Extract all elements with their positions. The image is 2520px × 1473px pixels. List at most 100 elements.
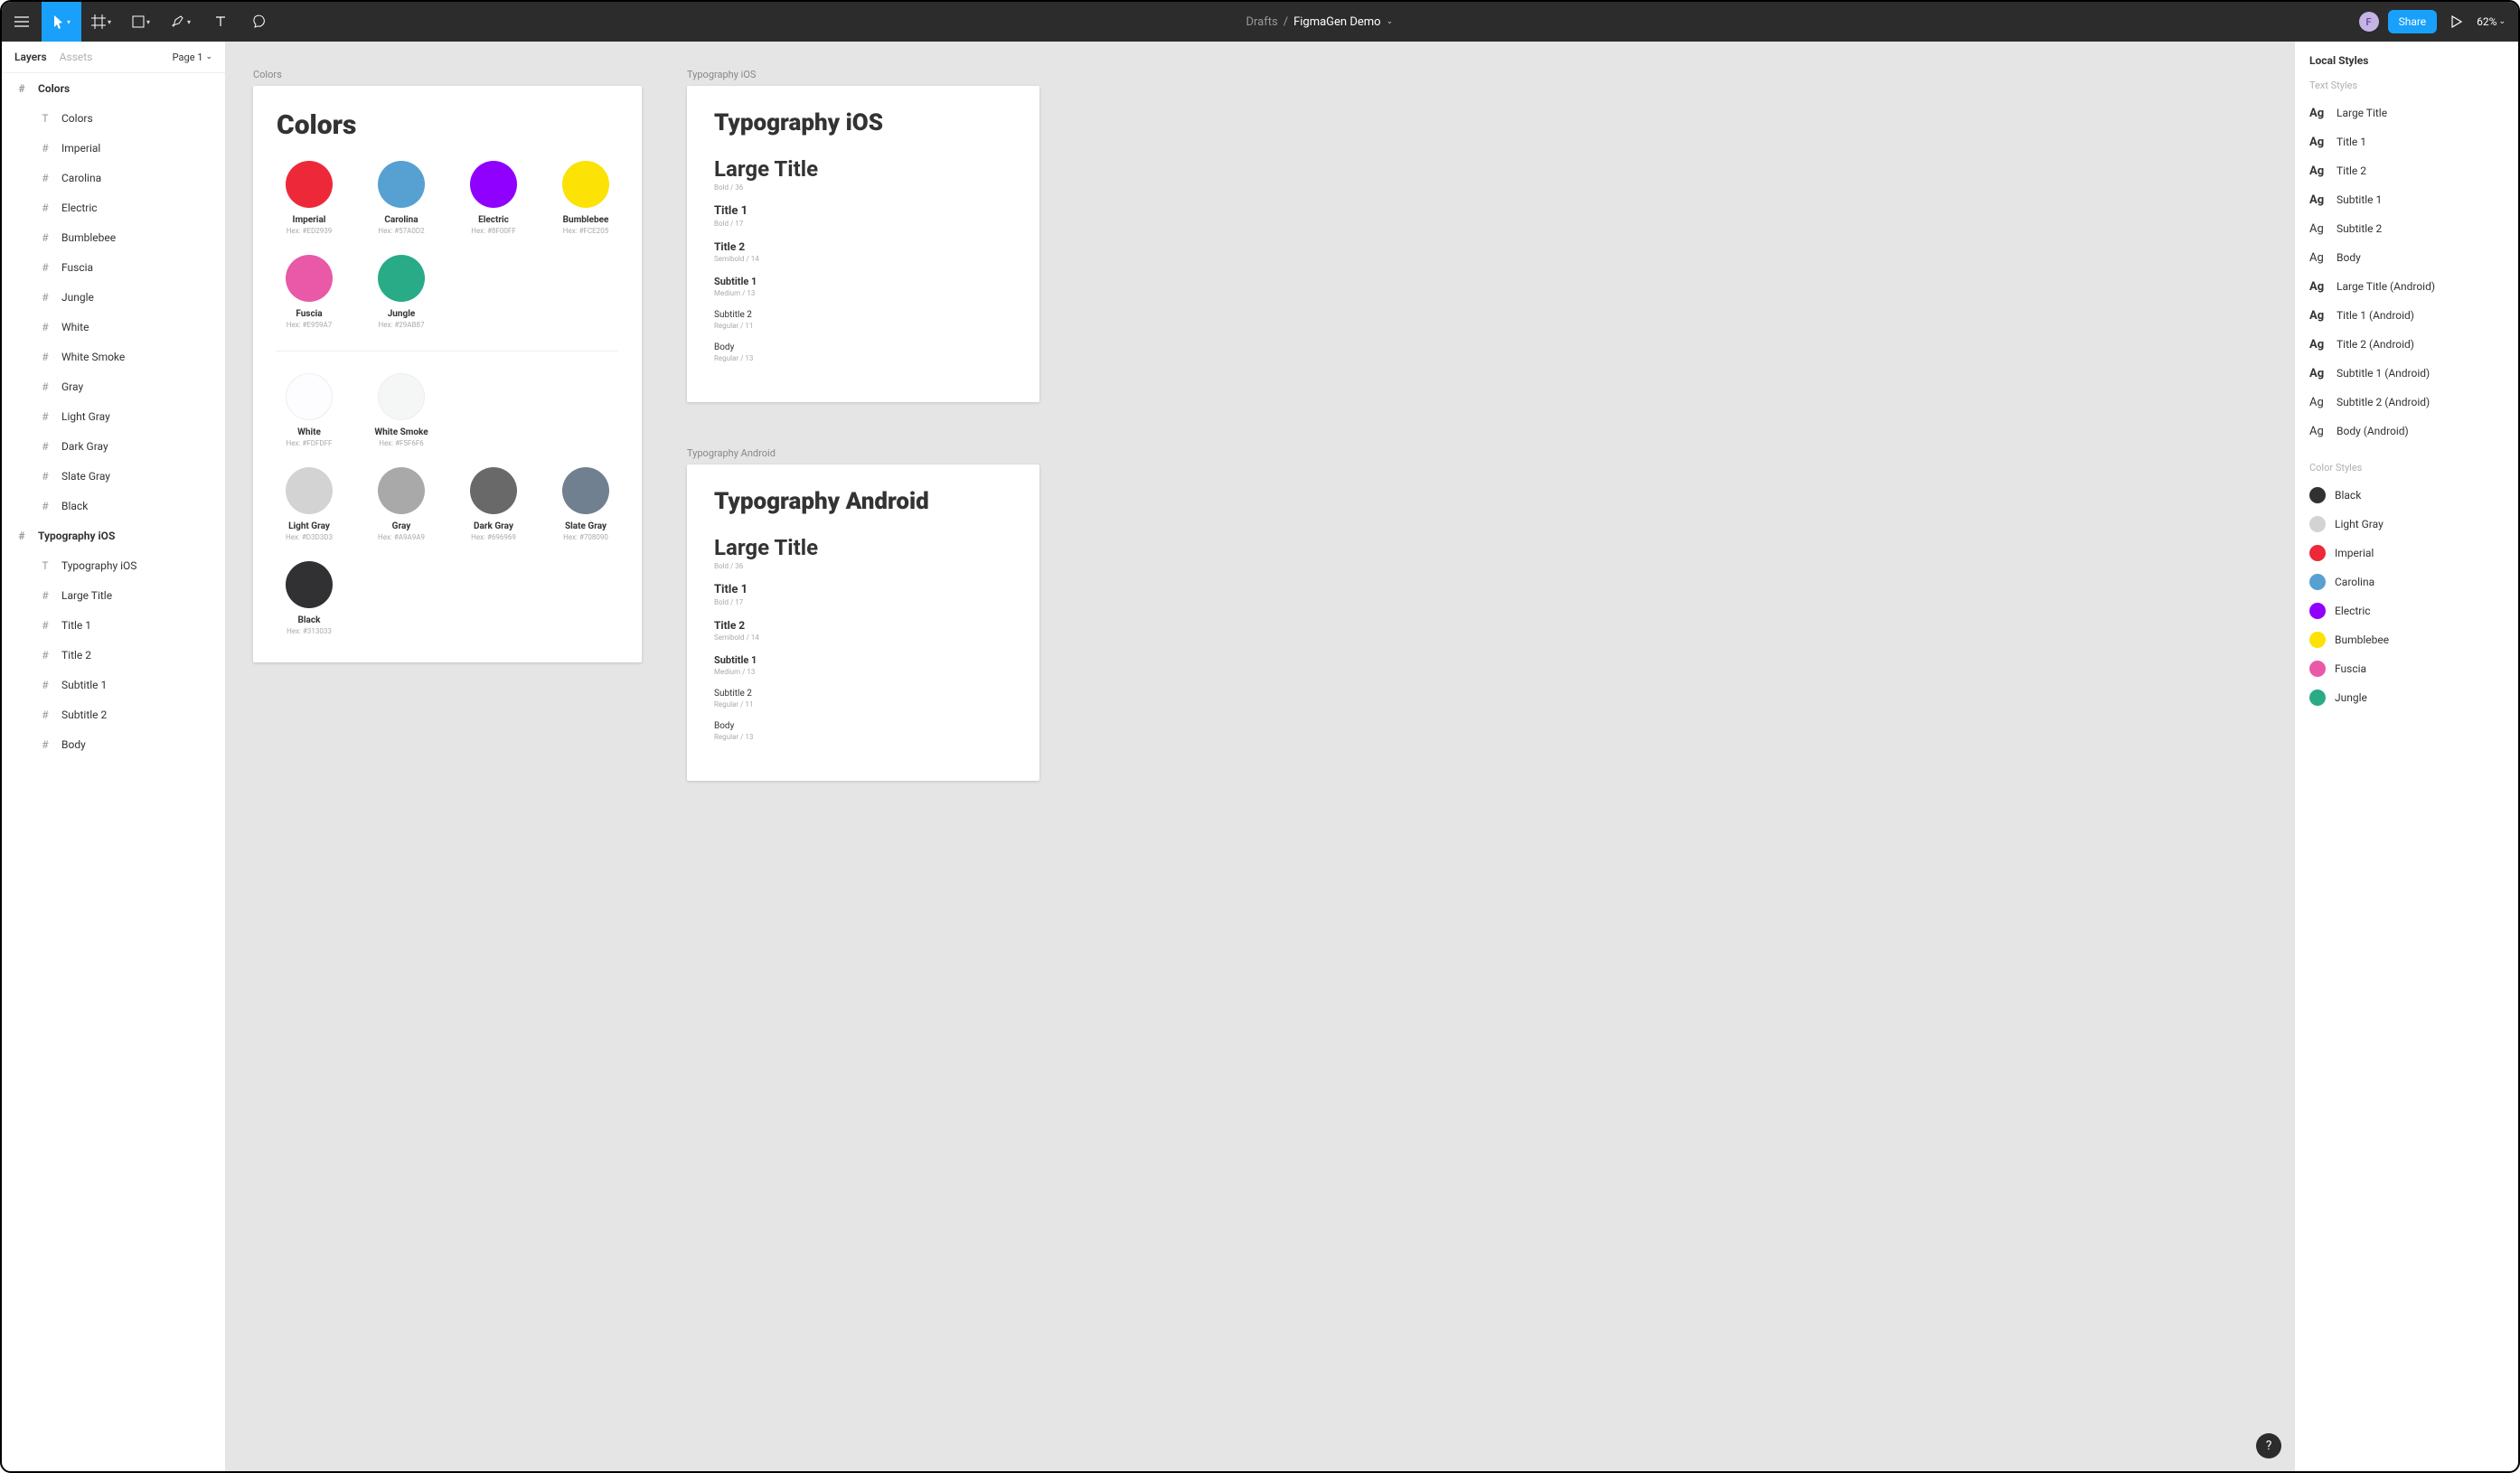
text-style-item[interactable]: AgLarge Title <box>2309 99 2504 127</box>
typography-sample[interactable]: Body Regular / 13 <box>714 721 1012 741</box>
layer-item[interactable]: #Dark Gray <box>2 431 225 461</box>
zoom-select[interactable]: 62% ⌄ <box>2477 15 2506 28</box>
text-style-item[interactable]: AgSubtitle 1 (Android) <box>2309 359 2504 388</box>
color-style-item[interactable]: Imperial <box>2309 539 2504 568</box>
color-swatch[interactable]: White Hex: #FDFDFF <box>277 373 342 447</box>
swatch-circle <box>470 467 517 514</box>
text-style-item[interactable]: AgTitle 1 (Android) <box>2309 301 2504 330</box>
color-swatch[interactable]: Black Hex: #313033 <box>277 561 342 635</box>
layer-item[interactable]: #White Smoke <box>2 342 225 371</box>
chevron-down-icon: ▾ <box>108 18 111 26</box>
typography-sample[interactable]: Title 1 Bold / 17 <box>714 583 1012 606</box>
page-selector[interactable]: Page 1 ⌄ <box>173 52 212 63</box>
color-swatch[interactable]: White Smoke Hex: #F5F6F6 <box>369 373 434 447</box>
text-style-item[interactable]: AgSubtitle 2 (Android) <box>2309 388 2504 417</box>
layer-item[interactable]: #Bumblebee <box>2 222 225 252</box>
color-swatch[interactable]: Imperial Hex: #ED2939 <box>277 161 342 235</box>
text-tool[interactable] <box>201 2 240 42</box>
help-button[interactable]: ? <box>2256 1433 2281 1459</box>
color-swatch[interactable]: Carolina Hex: #57A0D2 <box>369 161 434 235</box>
avatar[interactable]: F <box>2359 12 2379 32</box>
move-tool[interactable]: ▾ <box>42 2 81 42</box>
share-button[interactable]: Share <box>2388 10 2438 33</box>
layer-label: Black <box>61 500 88 512</box>
typography-sample[interactable]: Title 2 Semibold / 14 <box>714 619 1012 642</box>
color-swatch[interactable]: Bumblebee Hex: #FCE205 <box>553 161 618 235</box>
color-swatch[interactable]: Electric Hex: #8F00FF <box>461 161 526 235</box>
layer-item[interactable]: #Gray <box>2 371 225 401</box>
layer-item[interactable]: #Subtitle 1 <box>2 670 225 699</box>
comment-tool[interactable] <box>240 2 280 42</box>
swatch-name: Imperial <box>277 215 342 225</box>
layer-item[interactable]: #Slate Gray <box>2 461 225 491</box>
layer-item[interactable]: #Black <box>2 491 225 521</box>
layer-item[interactable]: TTypography iOS <box>2 550 225 580</box>
typo-sample-meta: Semibold / 14 <box>714 633 1012 642</box>
text-style-item[interactable]: AgSubtitle 2 <box>2309 214 2504 243</box>
layer-item[interactable]: #White <box>2 312 225 342</box>
color-swatch[interactable]: Fuscia Hex: #E959A7 <box>277 255 342 329</box>
layer-item[interactable]: #Title 2 <box>2 640 225 670</box>
typography-sample[interactable]: Body Regular / 13 <box>714 342 1012 362</box>
file-name[interactable]: FigmaGen Demo <box>1293 15 1381 29</box>
typo-android-frame[interactable]: Typography Android Large Title Bold / 36… <box>687 464 1039 781</box>
pen-tool[interactable]: ▾ <box>161 2 201 42</box>
typography-sample[interactable]: Subtitle 2 Regular / 11 <box>714 689 1012 708</box>
typo-ios-frame[interactable]: Typography iOS Large Title Bold / 36Titl… <box>687 86 1039 402</box>
layer-item[interactable]: #Subtitle 2 <box>2 699 225 729</box>
chevron-down-icon[interactable]: ⌄ <box>1387 17 1394 26</box>
color-swatch[interactable]: Slate Gray Hex: #708090 <box>553 467 618 541</box>
layer-frame-header[interactable]: #Colors <box>2 73 225 103</box>
text-style-item[interactable]: AgBody (Android) <box>2309 417 2504 446</box>
layer-item[interactable]: #Title 1 <box>2 610 225 640</box>
color-style-item[interactable]: Black <box>2309 481 2504 510</box>
color-swatch[interactable]: Jungle Hex: #29AB87 <box>369 255 434 329</box>
layer-item[interactable]: #Body <box>2 729 225 759</box>
text-style-item[interactable]: AgTitle 2 (Android) <box>2309 330 2504 359</box>
frame-label-typo-ios[interactable]: Typography iOS <box>687 69 1039 80</box>
frame-tool[interactable]: ▾ <box>81 2 121 42</box>
layer-item[interactable]: #Light Gray <box>2 401 225 431</box>
tab-layers[interactable]: Layers <box>14 51 47 63</box>
text-style-item[interactable]: AgTitle 1 <box>2309 127 2504 156</box>
color-style-item[interactable]: Electric <box>2309 596 2504 625</box>
typography-sample[interactable]: Large Title Bold / 36 <box>714 535 1012 570</box>
color-style-item[interactable]: Jungle <box>2309 683 2504 712</box>
layer-item[interactable]: #Electric <box>2 192 225 222</box>
colors-frame[interactable]: Colors Imperial Hex: #ED2939 Carolina He… <box>253 86 642 662</box>
typography-sample[interactable]: Title 1 Bold / 17 <box>714 204 1012 228</box>
text-style-item[interactable]: AgSubtitle 1 <box>2309 185 2504 214</box>
layer-item[interactable]: #Carolina <box>2 163 225 192</box>
canvas[interactable]: Colors Colors Imperial Hex: #ED2939 Caro… <box>226 42 2294 1471</box>
frame-label-typo-android[interactable]: Typography Android <box>687 447 1039 459</box>
layer-item[interactable]: #Jungle <box>2 282 225 312</box>
text-style-item[interactable]: AgBody <box>2309 243 2504 272</box>
color-swatch[interactable]: Light Gray Hex: #D3D3D3 <box>277 467 342 541</box>
color-style-item[interactable]: Light Gray <box>2309 510 2504 539</box>
layer-item[interactable]: #Fuscia <box>2 252 225 282</box>
layer-frame-header[interactable]: #Typography iOS <box>2 521 225 550</box>
color-style-item[interactable]: Bumblebee <box>2309 625 2504 654</box>
color-swatch[interactable]: Gray Hex: #A9A9A9 <box>369 467 434 541</box>
layer-item[interactable]: TColors <box>2 103 225 133</box>
text-style-item[interactable]: AgLarge Title (Android) <box>2309 272 2504 301</box>
typography-sample[interactable]: Subtitle 2 Regular / 11 <box>714 310 1012 330</box>
text-style-item[interactable]: AgTitle 2 <box>2309 156 2504 185</box>
typography-sample[interactable]: Title 2 Semibold / 14 <box>714 240 1012 263</box>
frame-label-colors[interactable]: Colors <box>253 69 642 80</box>
typo-sample-text: Subtitle 1 <box>714 654 1012 666</box>
typography-sample[interactable]: Subtitle 1 Medium / 13 <box>714 276 1012 297</box>
color-style-item[interactable]: Fuscia <box>2309 654 2504 683</box>
tab-assets[interactable]: Assets <box>60 51 93 63</box>
typography-sample[interactable]: Subtitle 1 Medium / 13 <box>714 654 1012 676</box>
style-label: Subtitle 2 <box>2337 222 2382 235</box>
breadcrumb-parent[interactable]: Drafts <box>1246 15 1277 29</box>
typography-sample[interactable]: Large Title Bold / 36 <box>714 156 1012 192</box>
layer-item[interactable]: #Large Title <box>2 580 225 610</box>
color-style-item[interactable]: Carolina <box>2309 568 2504 596</box>
color-swatch[interactable]: Dark Gray Hex: #696969 <box>461 467 526 541</box>
present-icon[interactable] <box>2446 2 2468 42</box>
layer-item[interactable]: #Imperial <box>2 133 225 163</box>
shape-tool[interactable]: ▾ <box>121 2 161 42</box>
hamburger-menu-icon[interactable] <box>2 2 42 42</box>
